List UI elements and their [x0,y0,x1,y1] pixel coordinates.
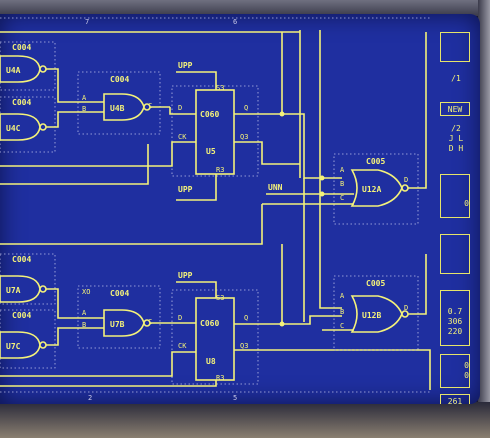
gate-u4c-part: C004 [12,98,31,107]
flipflop-u5-pin-ck: CK [178,133,187,141]
sidebar-counter: 261 [447,397,463,404]
gate-u7c-label: U7C [6,342,21,351]
sidebar-slot-2[interactable]: 0 [440,174,470,218]
ruler-top: 7 6 [0,17,430,26]
flipflop-u5-part: C060 [200,110,219,119]
gate-u12a-label: U12A [362,185,381,194]
sidebar-value-b: 0 [464,361,469,370]
gate-u7a[interactable]: C004 U7A [0,253,56,305]
flipflop-u5-label: U5 [206,147,216,156]
ruler-bottom-mark-1: 2 [88,394,92,402]
flipflop-u5-pin-q: Q [244,104,248,112]
gate-u4c-label: U4C [6,124,21,133]
ruler-bottom: 2 5 [0,391,430,402]
flipflop-u8-label: U8 [206,357,216,366]
gate-u12a-pin-a: A [340,166,345,174]
flipflop-u8-pin-q: Q [244,314,248,322]
monitor-bezel-bottom [0,402,490,438]
flipflop-u8-pin-r3: R3 [216,374,224,382]
gate-u4a-label: U4A [6,66,21,75]
sidebar-new-button[interactable]: NEW [440,102,470,116]
sidebar-coord-2: J L [448,134,464,143]
sidebar-new-label: NEW [447,105,463,114]
ruler-top-mark-1: 7 [85,18,89,26]
gate-u7b-label: U7B [110,320,125,329]
gate-u12b-pin-c: C [340,322,344,330]
sidebar-coord-1: /2 [451,124,461,133]
net-upp-mid: UPP [178,185,193,194]
schematic-screen[interactable]: .w { stroke:#f4f27a; stroke-width:1.6; f… [0,14,480,404]
gate-u4a-part: C004 [12,43,31,52]
gate-u12a[interactable]: C005 A B C D U12A [333,153,419,225]
sidebar-page-indicator: /1 [451,74,461,83]
gate-u7c-part: C004 [12,311,31,320]
net-unn: UNN [268,183,283,192]
sidebar-readout-1: 0.7 [447,307,463,316]
flipflop-u8-pin-d: D [178,314,182,322]
flipflop-u5-pin-r3: R3 [216,166,224,174]
gate-u12a-part: C005 [366,157,385,166]
gate-u12b-pin-b: B [340,308,344,316]
gate-u4b-label: U4B [110,104,125,113]
gate-u4b-part: C004 [110,75,129,84]
net-upp-low: UPP [178,271,193,280]
flipflop-u8-pin-s3: S3 [216,294,224,302]
sidebar-slot-1[interactable] [440,32,470,62]
net-upp-top: UPP [178,61,193,70]
gate-u4a[interactable]: C004 U4A [0,41,56,91]
sidebar-slot-5[interactable]: 261 [440,394,470,404]
gate-u7b[interactable]: XO C004 A B C U7B [77,285,161,349]
schematic-canvas[interactable]: .w { stroke:#f4f27a; stroke-width:1.6; f… [0,14,480,404]
gate-u7b-part: C004 [110,289,129,298]
gate-u12a-pin-d: D [404,176,408,184]
gate-u12b[interactable]: C005 A B C D U12B [333,275,419,351]
gate-u4b[interactable]: C004 A B C U4B [77,71,161,135]
gate-u12a-pin-c: C [340,194,344,202]
sidebar-coord-3: D H [448,144,464,153]
ruler-bottom-mark-2: 5 [233,394,237,402]
sidebar-readout[interactable]: 0.7 306 220 [440,290,470,346]
gate-u12b-part: C005 [366,279,385,288]
gate-u4c[interactable]: C004 U4C [0,96,56,153]
flipflop-u8[interactable]: C060 U8 S3 D Q CK Q3 R3 [171,289,259,385]
flipflop-u5-pin-q3: Q3 [240,133,248,141]
gate-u7a-part: C004 [12,255,31,264]
gate-u7a-label: U7A [6,286,21,295]
gate-u7b-pin-a: A [82,309,87,317]
flipflop-u5[interactable]: C060 U5 S3 D Q CK Q3 R3 [171,84,259,177]
gate-u12b-pin-a: A [340,292,345,300]
gate-u7c[interactable]: C004 U7C [0,309,56,369]
flipflop-u8-pin-ck: CK [178,342,187,350]
sidebar-readout-2: 306 [447,317,463,326]
sidebar-value-c: 0 [464,371,469,380]
gate-u7b-pin-ref: XO [82,288,90,296]
gate-u12b-label: U12B [362,311,381,320]
ruler-top-mark-2: 6 [233,18,237,26]
sidebar-slot-3[interactable] [440,234,470,274]
flipflop-u5-pin-d: D [178,104,182,112]
gate-u12a-pin-b: B [340,180,344,188]
flipflop-u8-pin-q3: Q3 [240,342,248,350]
sidebar-slot-4[interactable]: 0 0 [440,354,470,388]
sidebar-readout-3: 220 [447,327,463,336]
flipflop-u5-pin-s3: S3 [216,84,224,92]
status-sidebar: /1 NEW /2 J L D H 0 0.7 306 220 0 0 261 [440,28,472,404]
flipflop-u8-part: C060 [200,319,219,328]
sidebar-value-a: 0 [464,199,469,208]
gate-u4b-pin-a: A [82,94,87,102]
